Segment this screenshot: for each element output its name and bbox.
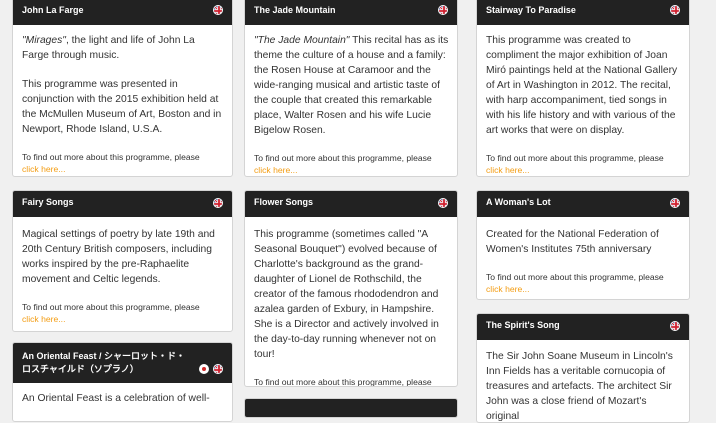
card-title: Stairway To Paradise — [486, 5, 576, 15]
uk-flag-icon[interactable] — [670, 5, 680, 15]
programme-card-jade-mountain: The Jade Mountain "The Jade Mountain" Th… — [244, 0, 458, 177]
card-description: Magical settings of poetry by late 19th … — [22, 229, 215, 285]
card-header: An Oriental Feast / シャーロット・ド・ロスチャイルド（ソプラ… — [13, 343, 232, 383]
click-here-link[interactable]: click here... — [254, 164, 449, 176]
uk-flag-icon[interactable] — [213, 5, 223, 15]
programme-title-italic: "The Jade Mountain" — [254, 35, 350, 46]
card-header: A Woman's Lot — [477, 191, 689, 217]
programme-card-stairway-to-paradise: Stairway To Paradise This programme was … — [476, 0, 690, 177]
more-info: To find out more about this programme, p… — [22, 151, 224, 175]
card-body: This programme was created to compliment… — [477, 25, 689, 176]
uk-flag-icon[interactable] — [438, 5, 448, 15]
card-title: The Spirit's Song — [486, 320, 560, 330]
programme-card-partial — [244, 398, 458, 418]
card-header: The Spirit's Song — [477, 314, 689, 340]
programme-card-oriental-feast: An Oriental Feast / シャーロット・ド・ロスチャイルド（ソプラ… — [12, 342, 233, 422]
card-title: An Oriental Feast / シャーロット・ド・ロスチャイルド（ソプラ… — [22, 351, 186, 374]
uk-flag-icon[interactable] — [213, 364, 223, 374]
more-info: To find out more about this programme, p… — [254, 152, 449, 176]
click-here-link[interactable]: click here... — [486, 283, 681, 295]
japan-flag-icon[interactable] — [199, 364, 209, 374]
card-body: An Oriental Feast is a celebration of we… — [13, 383, 232, 406]
card-header — [245, 399, 457, 417]
more-info: To find out more about this programme, p… — [486, 152, 681, 176]
card-header: Flower Songs — [245, 191, 457, 217]
card-title: Fairy Songs — [22, 197, 74, 207]
uk-flag-icon[interactable] — [670, 198, 680, 208]
card-description: This programme (sometimes called "A Seas… — [254, 229, 439, 360]
more-info: To find out more about this programme, p… — [254, 377, 432, 387]
programme-card-a-womans-lot: A Woman's Lot Created for the National F… — [476, 190, 690, 300]
uk-flag-icon[interactable] — [670, 321, 680, 331]
card-header: The Jade Mountain — [245, 0, 457, 25]
click-here-link[interactable]: click here... — [486, 164, 681, 176]
card-title: John La Farge — [22, 5, 84, 15]
programme-card-spirits-song: The Spirit's Song The Sir John Soane Mus… — [476, 313, 690, 423]
card-title: The Jade Mountain — [254, 5, 336, 15]
card-description-2: This programme was presented in conjunct… — [22, 79, 222, 135]
card-description: "The Jade Mountain" This recital has as … — [254, 35, 449, 136]
card-description: This programme was created to compliment… — [486, 35, 678, 136]
card-description: Created for the National Federation of W… — [486, 229, 659, 255]
more-info: To find out more about this programme, p… — [486, 271, 681, 295]
uk-flag-icon[interactable] — [438, 198, 448, 208]
card-header: Fairy Songs — [13, 191, 232, 217]
card-body: The Sir John Soane Museum in Lincoln's I… — [477, 340, 689, 422]
card-body: "Mirages", the light and life of John La… — [13, 25, 232, 175]
card-description: "Mirages", the light and life of John La… — [22, 35, 195, 61]
click-here-link[interactable]: click here... — [22, 313, 224, 325]
programme-card-fairy-songs: Fairy Songs Magical settings of poetry b… — [12, 190, 233, 332]
card-title: A Woman's Lot — [486, 197, 551, 207]
uk-flag-icon[interactable] — [213, 198, 223, 208]
card-header: John La Farge — [13, 0, 232, 25]
card-description: The Sir John Soane Museum in Lincoln's I… — [486, 351, 673, 422]
card-header: Stairway To Paradise — [477, 0, 689, 25]
programme-title-italic: "Mirages" — [22, 35, 66, 46]
card-body: "The Jade Mountain" This recital has as … — [245, 25, 457, 176]
click-here-link[interactable]: click here... — [22, 163, 224, 175]
card-body: Magical settings of poetry by late 19th … — [13, 217, 232, 325]
programme-card-flower-songs: Flower Songs This programme (sometimes c… — [244, 190, 458, 387]
programme-card-john-la-farge: John La Farge "Mirages", the light and l… — [12, 0, 233, 177]
card-body: Created for the National Federation of W… — [477, 217, 689, 295]
card-body: This programme (sometimes called "A Seas… — [245, 217, 457, 387]
card-title: Flower Songs — [254, 197, 314, 207]
more-info: To find out more about this programme, p… — [22, 301, 224, 325]
